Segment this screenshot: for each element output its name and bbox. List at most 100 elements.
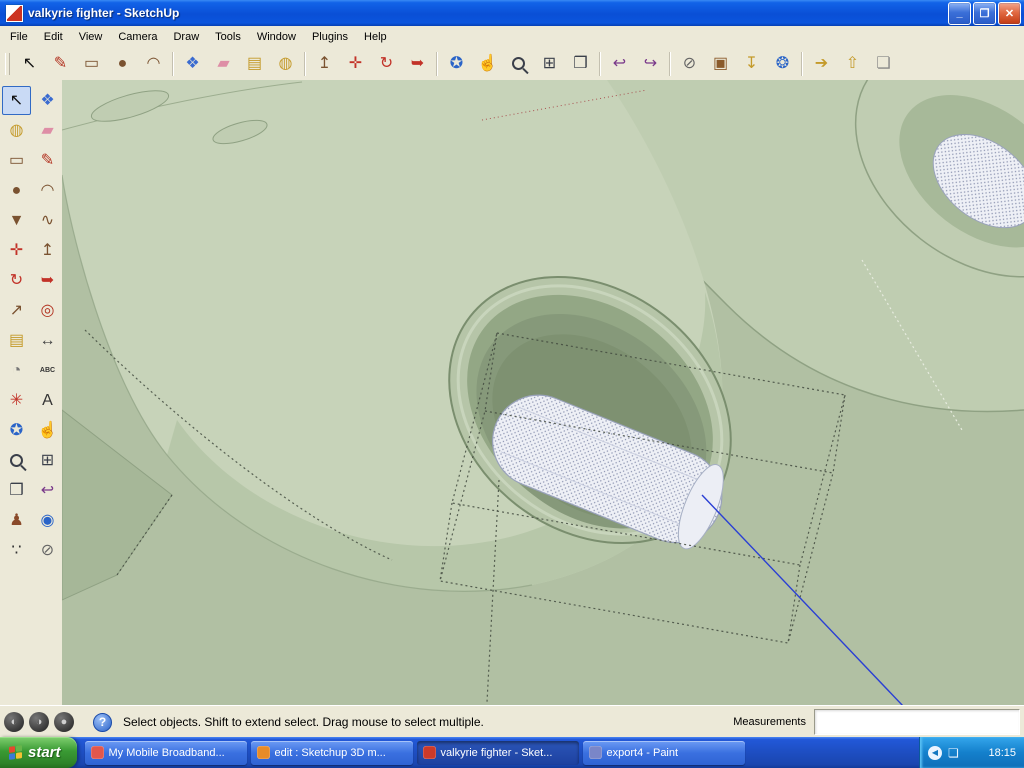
- menu-draw[interactable]: Draw: [165, 28, 207, 46]
- paint-bucket-tool[interactable]: ◍: [2, 116, 31, 145]
- arc-icon: ◠: [146, 54, 161, 72]
- follow-me-tool[interactable]: ➥: [402, 49, 433, 78]
- measurements-input[interactable]: [814, 709, 1020, 735]
- select-tool[interactable]: ↖: [14, 49, 45, 78]
- polygon-tool[interactable]: ▼: [2, 206, 31, 235]
- start-button[interactable]: start: [0, 737, 77, 768]
- 3d-text-tool[interactable]: A: [33, 386, 62, 415]
- line-tool[interactable]: ✎: [33, 146, 62, 175]
- protractor-tool[interactable]: ◔: [2, 356, 31, 385]
- offset-tool[interactable]: ◎: [33, 296, 62, 325]
- task-paint[interactable]: export4 - Paint: [582, 740, 745, 765]
- follow-me-icon: ➥: [410, 54, 425, 72]
- top-toolbar: ↖ ✎ ▭ ● ◠ ❖ ▰ ▤ ◍ ↥ ✛ ↻ ➥ ✪ ☝ ⊞ ❒ ↩ ↪ ⊘ ▣ ↧ ❂ ➔ ⇧ ❏: [0, 47, 1024, 81]
- task-browser-sketchup[interactable]: edit : Sketchup 3D m...: [250, 740, 413, 765]
- pan-tool[interactable]: ☝: [472, 49, 503, 78]
- axes-tool[interactable]: ✳: [2, 386, 31, 415]
- measurements-area: Measurements: [733, 709, 1020, 735]
- follow-me-tool[interactable]: ➥: [33, 266, 62, 295]
- task-mobile-broadband[interactable]: My Mobile Broadband...: [84, 740, 247, 765]
- previous-view-tool[interactable]: ↩: [33, 476, 62, 505]
- menu-tools[interactable]: Tools: [207, 28, 249, 46]
- section-plane-tool[interactable]: ⊘: [674, 49, 705, 78]
- eraser-tool[interactable]: ▰: [33, 116, 62, 145]
- menu-file[interactable]: File: [2, 28, 36, 46]
- geolocation-status-icon[interactable]: ◐: [4, 712, 24, 732]
- make-component-tool[interactable]: ❖: [33, 86, 62, 115]
- look-around-tool[interactable]: ◉: [33, 506, 62, 535]
- menu-plugins[interactable]: Plugins: [304, 28, 356, 46]
- pan-tool[interactable]: ☝: [33, 416, 62, 445]
- paint-bucket-tool[interactable]: ◍: [270, 49, 301, 78]
- dimension-tool[interactable]: ↔: [33, 326, 62, 355]
- menu-window[interactable]: Window: [249, 28, 304, 46]
- next-view-icon: ↪: [643, 54, 658, 72]
- zoom-tool[interactable]: [503, 49, 534, 78]
- scale-tool[interactable]: ↗: [2, 296, 31, 325]
- close-button[interactable]: ✕: [998, 1, 1021, 25]
- text-tool[interactable]: ABC: [33, 356, 62, 385]
- export-model-tool[interactable]: ⇧: [837, 49, 868, 78]
- sketchup-status-icon[interactable]: ●: [54, 712, 74, 732]
- menu-view[interactable]: View: [71, 28, 111, 46]
- circle-tool[interactable]: ●: [2, 176, 31, 205]
- circle-tool[interactable]: ●: [107, 49, 138, 78]
- position-camera-tool[interactable]: ♟: [2, 506, 31, 535]
- make-component-icon: ❖: [40, 91, 55, 109]
- walk-icon: ∵: [11, 541, 22, 559]
- tape-measure-tool[interactable]: ▤: [239, 49, 270, 78]
- zoom-tool[interactable]: [2, 446, 31, 475]
- section-plane-tool[interactable]: ⊘: [33, 536, 62, 565]
- task-sketchup-icon: [422, 746, 436, 759]
- zoom-extents-icon: ❒: [573, 54, 588, 72]
- walk-tool[interactable]: ∵: [2, 536, 31, 565]
- rectangle-tool[interactable]: ▭: [76, 49, 107, 78]
- tape-measure-tool[interactable]: ▤: [2, 326, 31, 355]
- rotate-tool[interactable]: ↻: [371, 49, 402, 78]
- previous-view-tool[interactable]: ↩: [604, 49, 635, 78]
- make-component-icon: ❖: [185, 54, 200, 72]
- window-title: valkyrie fighter - SketchUp: [28, 6, 180, 20]
- share-model-tool[interactable]: ❏: [868, 49, 899, 78]
- push-pull-tool[interactable]: ↥: [309, 49, 340, 78]
- push-pull-tool[interactable]: ↥: [33, 236, 62, 265]
- maximize-button[interactable]: ❐: [973, 1, 996, 25]
- menu-help[interactable]: Help: [356, 28, 395, 46]
- pan-icon: ☝: [37, 421, 58, 439]
- freehand-tool[interactable]: ∿: [33, 206, 62, 235]
- measurements-label: Measurements: [733, 716, 806, 728]
- toolbar-grip[interactable]: [5, 52, 10, 75]
- help-icon[interactable]: ?: [93, 712, 112, 732]
- orbit-tool[interactable]: ✪: [441, 49, 472, 78]
- menu-edit[interactable]: Edit: [36, 28, 71, 46]
- menu-camera[interactable]: Camera: [110, 28, 165, 46]
- rotate-tool[interactable]: ↻: [2, 266, 31, 295]
- move-tool[interactable]: ✛: [340, 49, 371, 78]
- zoom-extents-tool[interactable]: ❒: [2, 476, 31, 505]
- select-tool[interactable]: ↖: [2, 86, 31, 115]
- line-tool[interactable]: ✎: [45, 49, 76, 78]
- network-icon[interactable]: ❏: [948, 746, 959, 760]
- minimize-button[interactable]: _: [948, 1, 971, 25]
- zoom-window-tool[interactable]: ⊞: [534, 49, 565, 78]
- hide-icons-chevron-icon[interactable]: ◀: [928, 745, 942, 760]
- zoom-window-tool[interactable]: ⊞: [33, 446, 62, 475]
- make-component-tool[interactable]: ❖: [177, 49, 208, 78]
- rectangle-tool[interactable]: ▭: [2, 146, 31, 175]
- 3d-warehouse-tool[interactable]: ▣: [705, 49, 736, 78]
- get-models-tool[interactable]: ↧: [736, 49, 767, 78]
- move-tool[interactable]: ✛: [2, 236, 31, 265]
- eraser-tool[interactable]: ▰: [208, 49, 239, 78]
- arc-tool[interactable]: ◠: [33, 176, 62, 205]
- import-model-tool[interactable]: ➔: [806, 49, 837, 78]
- arc-tool[interactable]: ◠: [138, 49, 169, 78]
- task-sketchup[interactable]: valkyrie fighter - Sket...: [416, 740, 579, 765]
- viewport-3d[interactable]: [61, 42, 1024, 729]
- orbit-tool[interactable]: ✪: [2, 416, 31, 445]
- zoom-extents-tool[interactable]: ❒: [565, 49, 596, 78]
- credits-status-icon[interactable]: ◑: [29, 712, 49, 732]
- next-view-tool[interactable]: ↪: [635, 49, 666, 78]
- paint-bucket-icon: ◍: [278, 54, 293, 72]
- google-earth-tool[interactable]: ❂: [767, 49, 798, 78]
- rotate-icon: ↻: [9, 271, 24, 289]
